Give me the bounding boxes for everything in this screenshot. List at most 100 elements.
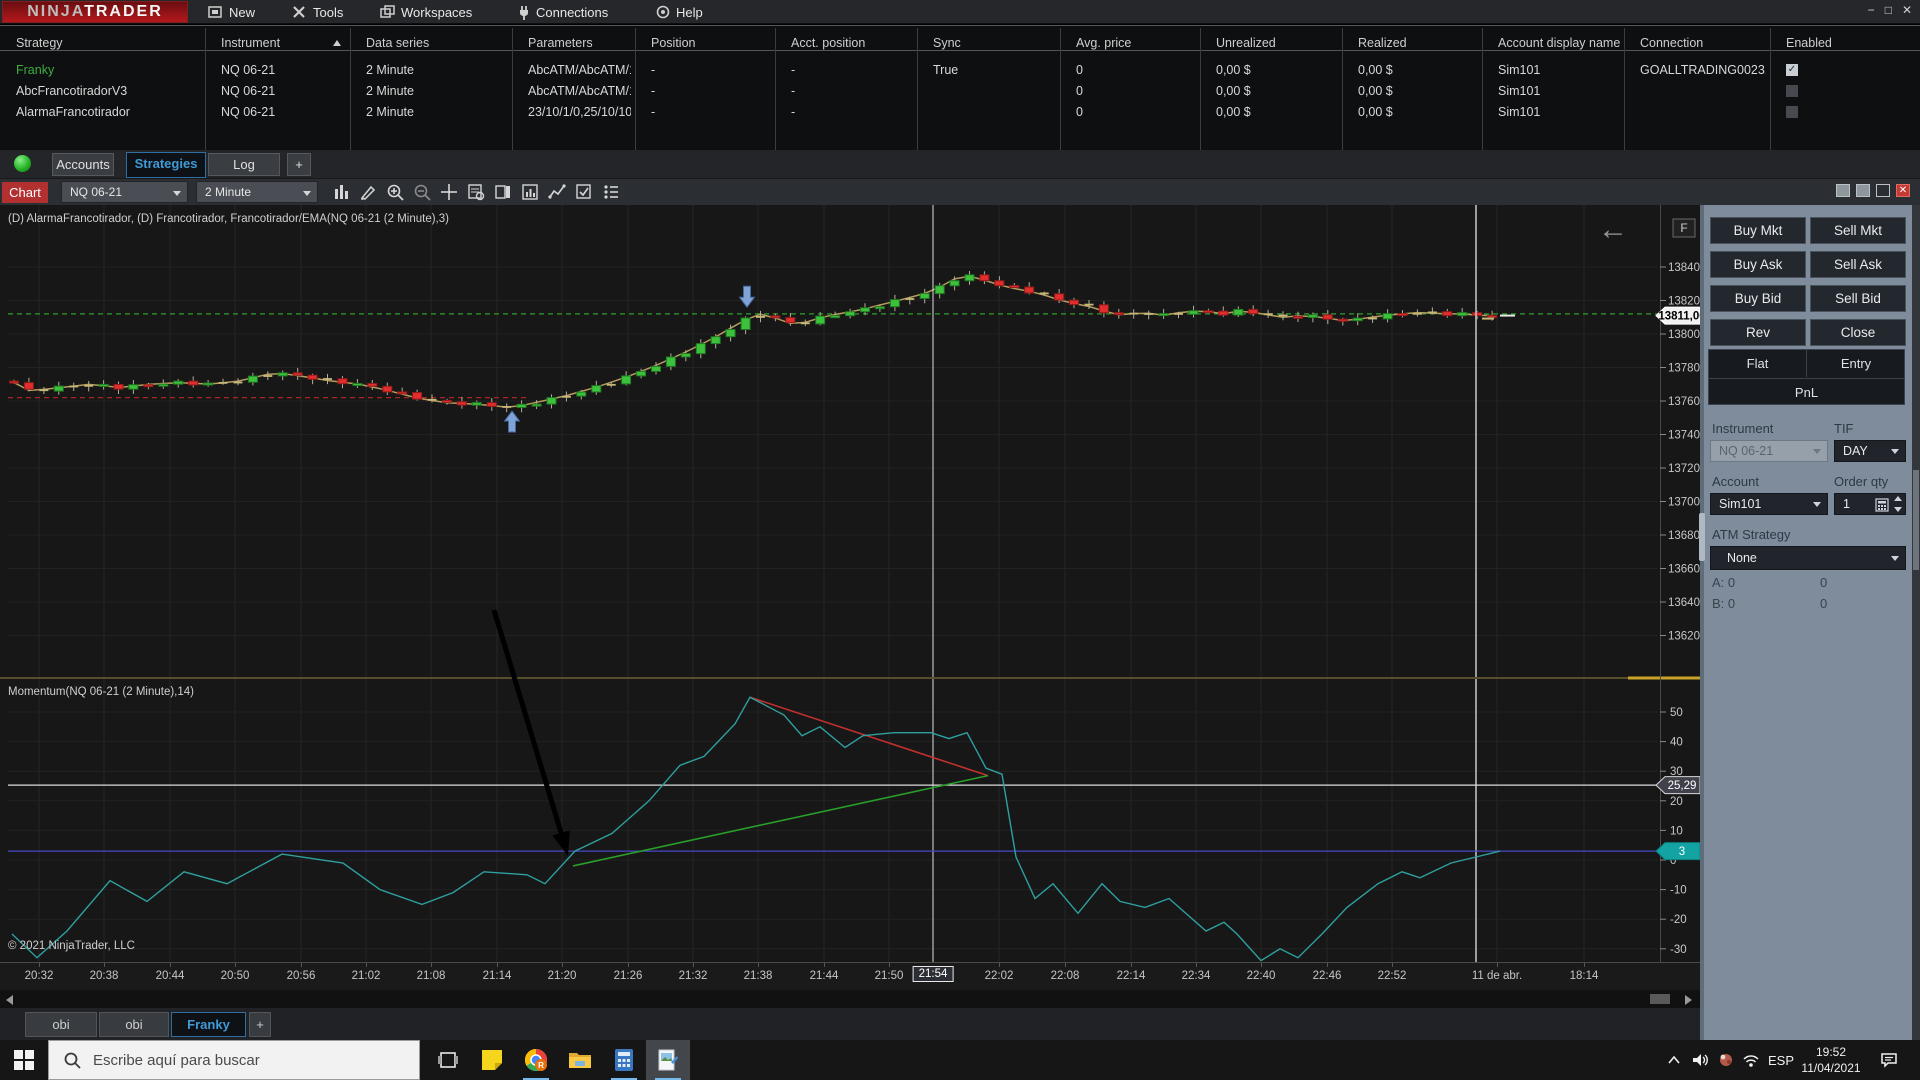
tray-expand-button[interactable] [1662, 1040, 1686, 1080]
data-box-icon[interactable] [467, 183, 489, 202]
sell-bid-button[interactable]: Sell Bid [1810, 285, 1906, 312]
table-cell[interactable]: - [791, 63, 913, 79]
add-tab-button[interactable]: + [249, 1012, 271, 1037]
chart-area[interactable]: 13840,0013820,0013800,0013780,0013760,00… [0, 205, 1700, 962]
table-cell[interactable]: 0,00 $ [1216, 84, 1338, 100]
tab-accounts[interactable]: Accounts [52, 153, 114, 176]
column-header[interactable]: Account display name [1498, 36, 1620, 52]
task-view-button[interactable] [426, 1040, 470, 1080]
atm-strategy-dropdown[interactable]: None [1710, 546, 1906, 570]
draw-icon[interactable] [359, 183, 381, 202]
table-cell[interactable] [1640, 84, 1766, 100]
column-header[interactable]: Position [651, 36, 771, 52]
table-cell[interactable]: - [791, 84, 913, 100]
rev-button[interactable]: Rev [1710, 319, 1806, 346]
column-header[interactable]: Realized [1358, 36, 1478, 52]
column-header[interactable]: Parameters [528, 36, 631, 52]
sell-mkt-button[interactable]: Sell Mkt [1810, 217, 1906, 244]
table-cell[interactable]: GOALLTRADING002315 [1640, 63, 1766, 79]
menu-workspaces[interactable]: Workspaces [380, 3, 472, 21]
crosshair-icon[interactable] [440, 183, 462, 202]
table-cell[interactable]: 0 [1076, 84, 1196, 100]
table-cell[interactable]: NQ 06-21 [221, 84, 346, 100]
tray-app-button[interactable] [1714, 1040, 1738, 1080]
instrument-dropdown[interactable]: NQ 06-21 [1710, 440, 1828, 462]
column-header[interactable]: Enabled [1786, 36, 1916, 52]
table-cell[interactable]: 2 Minute [366, 63, 508, 79]
table-cell[interactable]: Franky [16, 63, 201, 79]
file-explorer-button[interactable] [558, 1040, 602, 1080]
network-button[interactable] [1738, 1040, 1764, 1080]
panel-scrollbar[interactable] [1912, 205, 1920, 1040]
table-cell[interactable]: - [791, 105, 913, 121]
notification-center-button[interactable] [1872, 1040, 1906, 1080]
column-header[interactable]: Acct. position [791, 36, 913, 52]
table-cell[interactable]: NQ 06-21 [221, 105, 346, 121]
table-cell[interactable]: - [651, 105, 771, 121]
table-cell[interactable]: AbcFrancotiradorV3 [16, 84, 201, 100]
sell-ask-button[interactable]: Sell Ask [1810, 251, 1906, 278]
buy-bid-button[interactable]: Buy Bid [1710, 285, 1806, 312]
menu-tools[interactable]: Tools [292, 3, 343, 21]
table-cell[interactable]: 2 Minute [366, 84, 508, 100]
tab-obi[interactable]: obi [99, 1012, 169, 1037]
table-cell[interactable]: Sim101 [1498, 105, 1620, 121]
menu-new[interactable]: New [208, 3, 255, 21]
spinner-down-icon[interactable] [1894, 507, 1902, 512]
table-cell[interactable]: 0,00 $ [1216, 105, 1338, 121]
taskbar-clock[interactable]: 19:52 11/04/2021 [1798, 1044, 1864, 1076]
image-editor-button[interactable] [646, 1040, 690, 1080]
column-header[interactable]: Unrealized [1216, 36, 1338, 52]
table-cell[interactable]: True [933, 63, 1056, 79]
indicators-icon[interactable] [521, 183, 543, 202]
enabled-checkbox[interactable]: ✓ [1786, 64, 1798, 76]
menu-help[interactable]: Help [656, 3, 703, 21]
enabled-checkbox[interactable] [1786, 85, 1798, 97]
column-header[interactable]: Data series [366, 36, 508, 52]
table-cell[interactable]: 2 Minute [366, 105, 508, 121]
table-cell[interactable] [933, 105, 1056, 121]
horizontal-scrollbar[interactable] [0, 990, 1700, 1008]
calculator-icon[interactable] [1875, 498, 1889, 512]
table-cell[interactable] [933, 84, 1056, 100]
table-cell[interactable]: 0 [1076, 63, 1196, 79]
buy-mkt-button[interactable]: Buy Mkt [1710, 217, 1806, 244]
scroll-right-icon[interactable] [1685, 995, 1692, 1005]
table-cell[interactable]: 23/10/1/0,25/10/10/1/1,2 [528, 105, 631, 121]
table-cell[interactable]: - [651, 84, 771, 100]
table-cell[interactable]: 0,00 $ [1216, 63, 1338, 79]
volume-button[interactable] [1688, 1040, 1714, 1080]
spinner-up-icon[interactable] [1894, 496, 1902, 501]
table-cell[interactable]: AlarmaFrancotirador [16, 105, 201, 121]
enabled-checkbox[interactable] [1786, 106, 1798, 118]
panels-icon[interactable] [494, 183, 516, 202]
chart-minimize-icon[interactable] [1836, 184, 1850, 197]
properties-icon[interactable] [602, 183, 624, 202]
sticky-notes-button[interactable] [470, 1040, 514, 1080]
column-header[interactable]: Avg. price [1076, 36, 1196, 52]
close-icon[interactable]: ✕ [1902, 3, 1912, 17]
scrollbar-thumb[interactable] [1650, 994, 1670, 1004]
table-cell[interactable]: Sim101 [1498, 84, 1620, 100]
column-header[interactable]: Instrument [221, 36, 346, 52]
interval-selector[interactable]: 2 Minute [196, 181, 318, 203]
menu-connections[interactable]: Connections [518, 3, 608, 21]
maximize-icon[interactable]: □ [1885, 3, 1892, 17]
zoom-in-icon[interactable] [386, 183, 408, 202]
strategies-icon[interactable] [575, 183, 597, 202]
order-qty-stepper[interactable]: 1 [1834, 493, 1906, 515]
table-cell[interactable]: AbcATM/AbcATM/1/1/Tru [528, 63, 631, 79]
add-tab-button[interactable]: + [287, 153, 311, 176]
close-button[interactable]: Close [1810, 319, 1906, 346]
tab-obi[interactable]: obi [25, 1012, 97, 1037]
chart-maximize-icon[interactable] [1876, 184, 1890, 197]
language-indicator[interactable]: ESP [1766, 1040, 1796, 1080]
minimize-icon[interactable]: − [1868, 3, 1875, 17]
table-cell[interactable]: 0,00 $ [1358, 105, 1478, 121]
bar-type-icon[interactable] [332, 183, 354, 202]
chart-close-icon[interactable]: ✕ [1896, 184, 1910, 197]
tif-dropdown[interactable]: DAY [1834, 440, 1906, 462]
table-cell[interactable]: 0,00 $ [1358, 63, 1478, 79]
scroll-back-arrow-icon[interactable]: ← [1598, 216, 1628, 244]
table-cell[interactable]: 0 [1076, 105, 1196, 121]
